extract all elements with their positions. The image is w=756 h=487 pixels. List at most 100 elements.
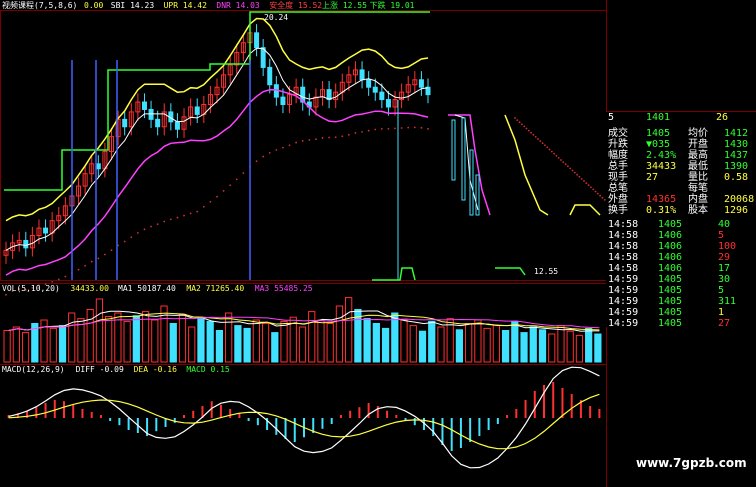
volume-bar [400,319,408,363]
quote-label: 每笔 [688,183,708,194]
volume-bar [465,323,473,363]
volume-bar [298,326,307,363]
dotted-ma-point [530,131,532,134]
top-line-c: 26 [716,112,729,123]
dotted-ma-point [567,165,569,168]
macd-header: MACD(12,26,9) DIFF -0.09 DEA -0.16 MACD 0.1… [2,365,230,374]
dotted-ma-point [57,278,60,281]
candle-body [174,121,180,130]
dotted-ma-point [587,184,590,187]
volume-bar [123,320,131,363]
quote-label: 量比 [688,172,708,183]
dotted-ma-point [189,212,192,215]
ma-white-line [454,114,479,211]
quote-value: 0.58 [724,172,749,183]
volume-bar [280,320,288,363]
dotted-ma-point [321,137,324,139]
candle-body [469,149,474,216]
indicator-lines [4,11,606,296]
volume-bar [86,309,94,363]
dotted-ma-point [282,146,284,149]
dotted-ma-point [544,144,546,147]
candle-body [141,101,147,110]
tick-row: 14:58 1406 29 [606,252,756,263]
lower-band-line [5,88,429,276]
dotted-ma-point [123,240,126,243]
candle-body [122,118,128,128]
volume-bar [95,298,104,363]
candle-body [254,32,260,49]
indicator-value: VOL(5,10,20) [2,284,60,293]
dotted-ma-point [222,190,225,192]
volume-bar [511,320,519,363]
volume-bar [234,325,242,363]
dotted-ma-point [295,141,298,144]
dotted-ma-point [64,275,67,278]
dotted-ma-point [594,190,597,193]
upper-band-line [504,114,549,216]
volume-bar [566,330,574,363]
dotted-ma-point [523,125,526,128]
upper-band-line [569,204,601,216]
volume-bar [501,330,510,363]
volume-bar [169,323,177,363]
quote-label: 均价 [688,128,708,139]
volume-bar [492,325,500,363]
dotted-ma-point [196,210,199,213]
candle-body [267,66,273,86]
quote-row: 幅度 2.43% 最高 1437 [606,150,756,161]
volume-bar [308,311,316,363]
dotted-ma-point [334,136,337,139]
dotted-ma-point [525,127,528,130]
volume-bar [520,332,528,363]
quote-value: 14365 [646,194,677,205]
tick-vol: 5 [718,285,725,296]
volume-bar [594,333,602,363]
dotted-ma-point [521,123,523,126]
dotted-ma-point [427,127,429,130]
dotted-ma-point [571,169,574,172]
volume-bar [178,313,187,363]
tick-time: 14:59 [608,274,639,285]
volume-bar [381,327,390,363]
dotted-ma-point [347,133,350,136]
dotted-ma-point [553,152,555,155]
dotted-ma-point [576,173,578,176]
quote-value: 0.31% [646,205,677,216]
volume-bar [474,319,482,363]
top-line-a: 5 [608,112,615,123]
quote-value: 1405 [646,128,671,139]
dotted-ma-point [130,236,133,239]
dotted-ma-point [569,167,572,170]
tick-price: 1406 [658,241,683,252]
dotted-ma-point [541,142,544,145]
volume-bar [215,330,224,363]
candle-body [379,91,385,101]
candle-body [194,106,200,115]
dotted-ma-point [84,264,87,267]
header-item: DNR 14.03 [216,1,260,10]
dotted-ma-point [169,218,172,221]
quote-panel: 5 1401 26 成交 1405 均价 1412 升跌 ▼035 开盘 1430 幅度 2.43… [606,112,756,329]
quote-row: 现手 27 量比 0.58 [606,172,756,183]
header-item: 0.00 [84,1,103,10]
tick-row: 14:59 1405 30 [606,274,756,285]
quote-label: 最低 [688,161,708,172]
quote-label: 成交 [608,128,628,139]
diff-line [8,366,600,469]
volume-bar [188,326,196,363]
dotted-ma-point [367,129,370,132]
volume-bar [538,329,547,363]
dotted-ma-point [150,225,152,228]
dotted-ma-point [601,196,604,199]
volume-bar [317,319,325,363]
volume-bar [12,326,20,363]
tick-row: 14:59 1405 27 [606,318,756,329]
dotted-ma-point [546,146,549,149]
indicator-value: 34433.00 [70,284,109,293]
dotted-ma-point [420,126,423,129]
dotted-ma-point [527,129,530,132]
dotted-ma-point [583,180,585,182]
dotted-ma-point [354,132,357,134]
dotted-ma-point [156,223,159,226]
